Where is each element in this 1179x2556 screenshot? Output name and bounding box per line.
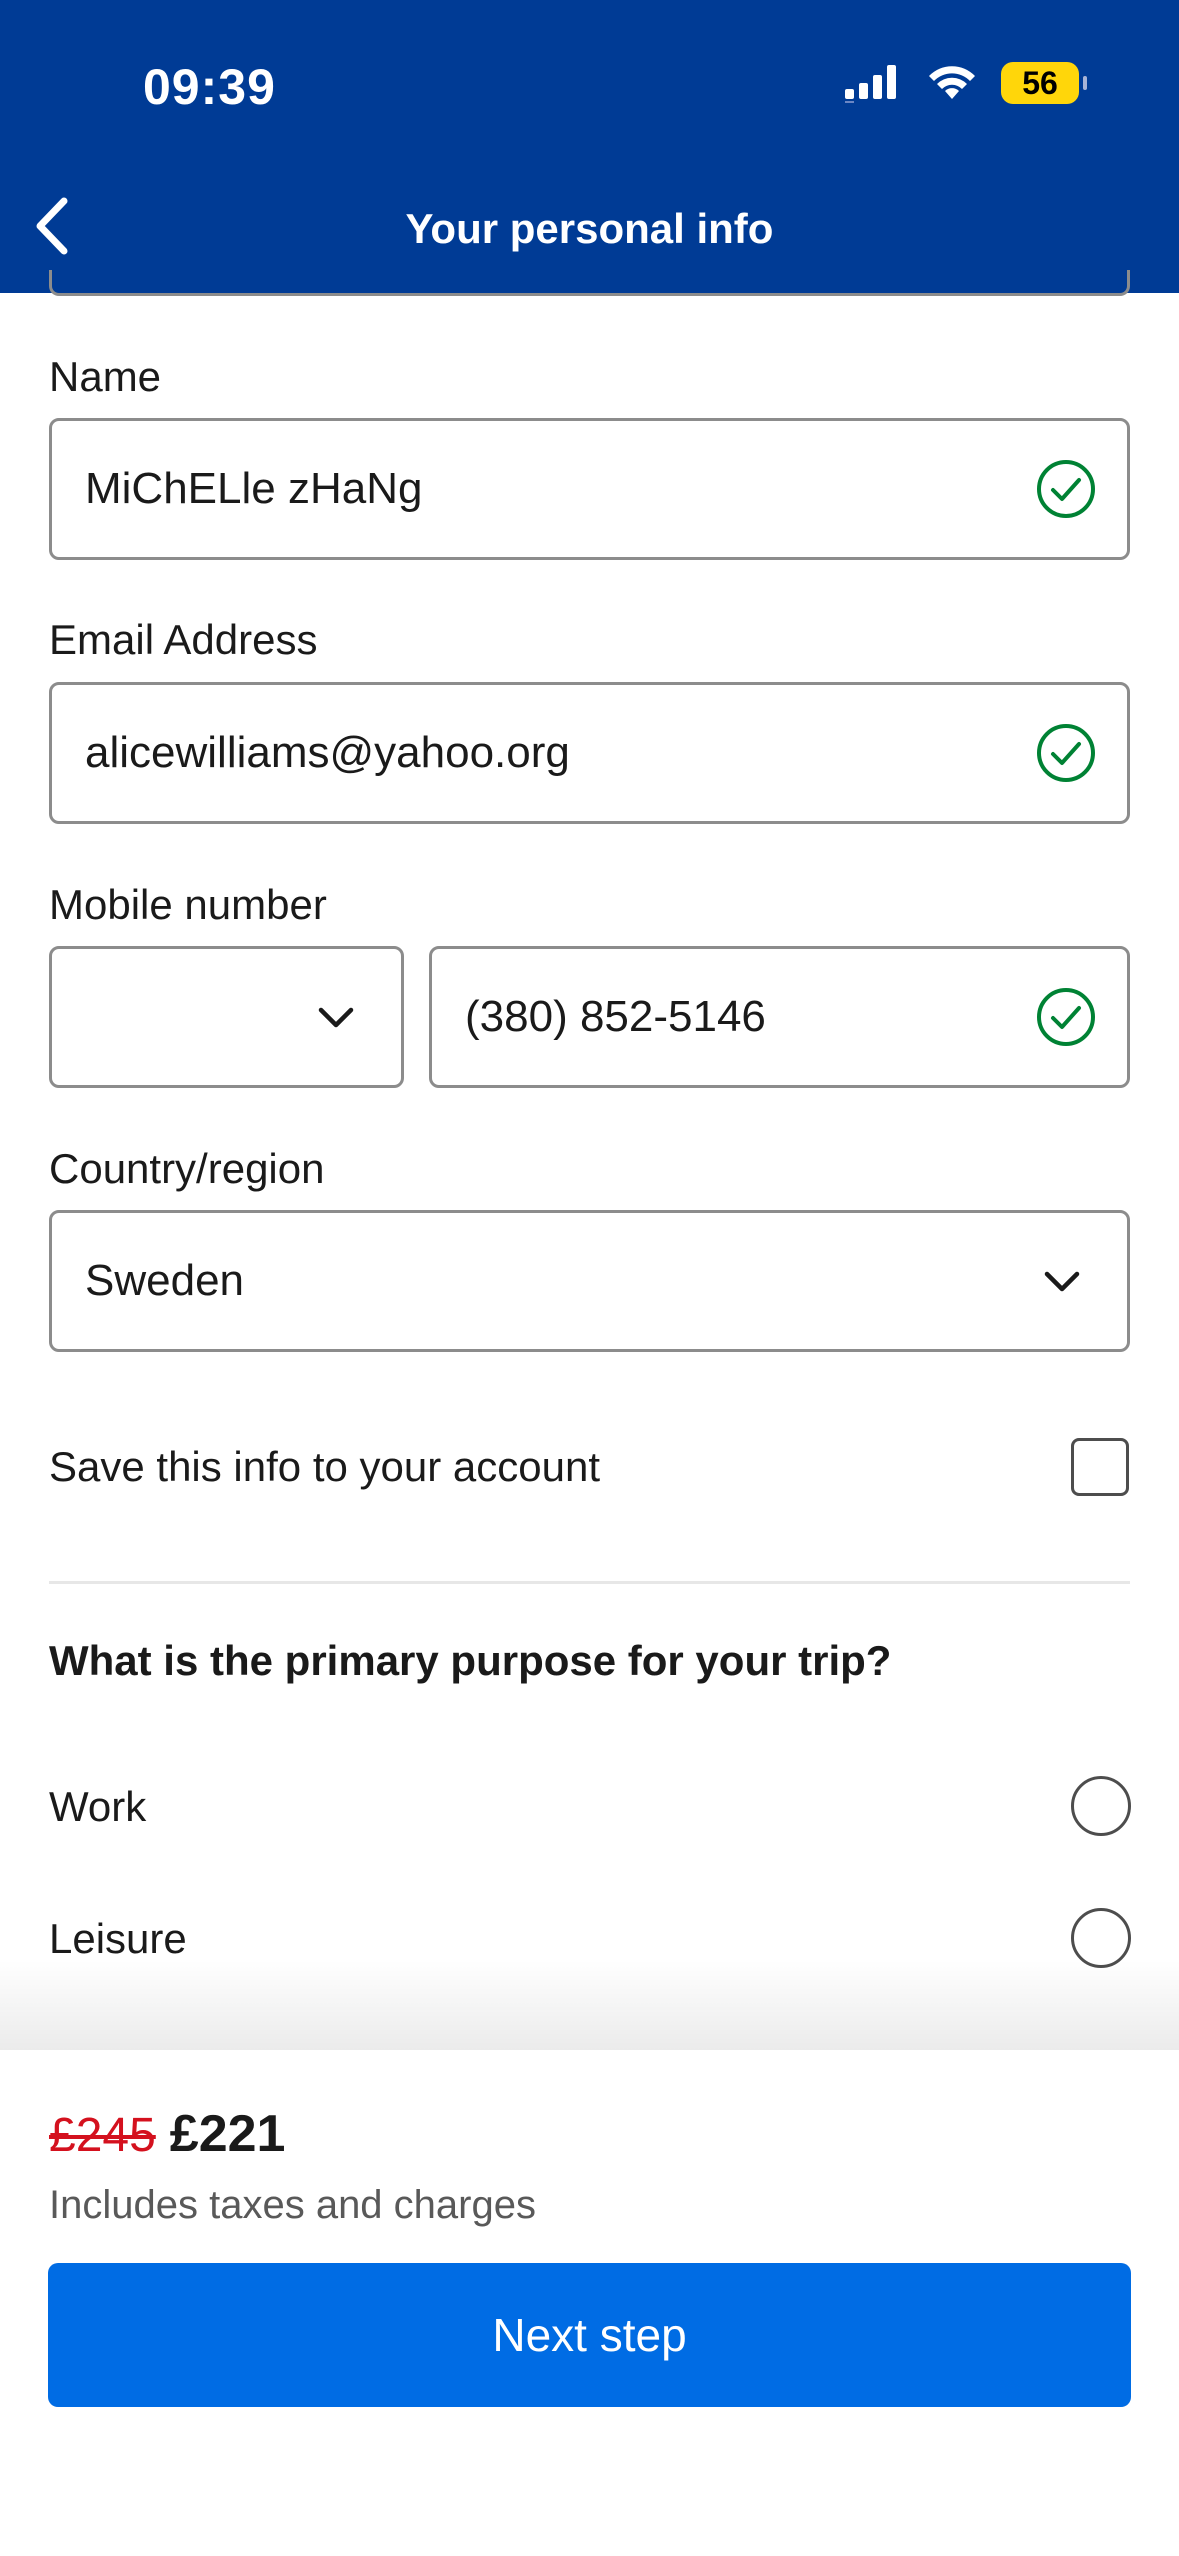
chevron-down-icon (318, 1007, 354, 1028)
country-value: Sweden (85, 1256, 245, 1305)
check-circle-icon (1037, 460, 1095, 518)
country-select[interactable]: Sweden (49, 1210, 1130, 1352)
save-info-checkbox[interactable] (1071, 1438, 1129, 1496)
mobile-number-value: (380) 852-5146 (465, 992, 766, 1041)
email-value: alicewilliams@yahoo.org (85, 728, 570, 777)
name-field[interactable]: MiChELle zHaNg (49, 418, 1130, 560)
previous-field-edge (49, 270, 1130, 296)
wifi-icon (929, 66, 975, 99)
cellular-signal-icon (845, 65, 896, 103)
page-title: Your personal info (405, 205, 774, 252)
price-row: £245 £221 (49, 2104, 285, 2164)
save-info-label: Save this info to your account (49, 1443, 600, 1490)
email-field[interactable]: alicewilliams@yahoo.org (49, 682, 1130, 824)
bottom-bar-shadow (0, 1960, 1179, 2050)
option-leisure-label: Leisure (49, 1915, 187, 1962)
status-time: 09:39 (143, 59, 276, 115)
new-price: £221 (169, 2105, 286, 2163)
mobile-number-field[interactable]: (380) 852-5146 (429, 946, 1130, 1088)
battery-indicator: 56 (1001, 62, 1087, 104)
country-label: Country/region (49, 1145, 325, 1192)
app-header: 09:39 56 Your personal info (0, 0, 1179, 293)
price-note: Includes taxes and charges (49, 2183, 536, 2227)
old-price: £245 (49, 2109, 156, 2162)
check-circle-icon (1037, 988, 1095, 1046)
email-label: Email Address (49, 616, 318, 663)
divider (49, 1581, 1130, 1584)
name-value: MiChELle zHaNg (85, 464, 423, 513)
mobile-label: Mobile number (49, 881, 327, 928)
check-circle-icon (1037, 724, 1095, 782)
chevron-down-icon (1044, 1271, 1080, 1292)
option-work-label: Work (49, 1783, 147, 1830)
option-work-radio[interactable] (1071, 1776, 1131, 1836)
trip-purpose-question: What is the primary purpose for your tri… (49, 1637, 892, 1684)
status-icons: 56 (843, 62, 1087, 104)
option-leisure-radio[interactable] (1071, 1908, 1131, 1968)
country-code-select[interactable] (49, 946, 404, 1088)
next-step-button[interactable]: Next step (48, 2263, 1131, 2407)
name-label: Name (49, 353, 162, 400)
